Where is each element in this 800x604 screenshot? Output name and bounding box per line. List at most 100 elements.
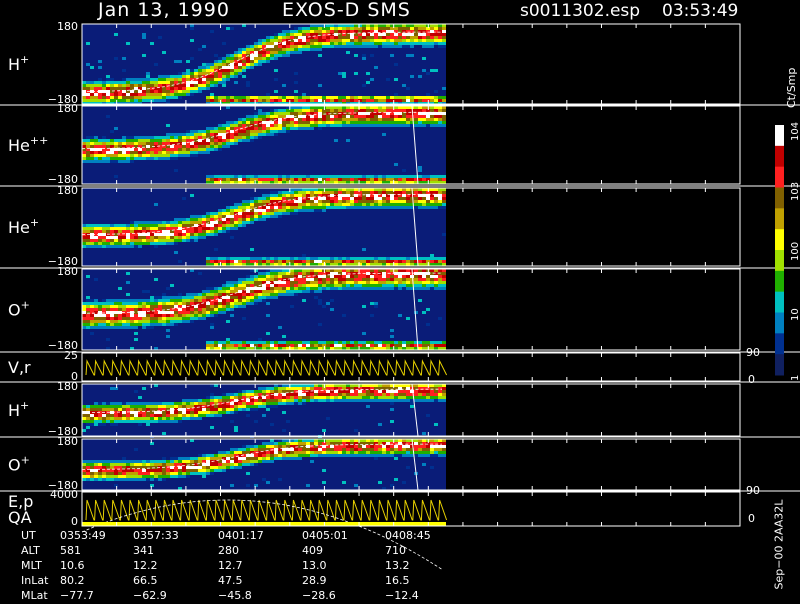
spectrogram-cell [234,96,238,99]
spectrogram-cell [422,432,426,435]
spectrogram-cell [82,460,86,463]
spectrogram-cell [442,112,446,115]
spectrogram-cell [202,299,206,302]
spectrogram-cell [118,81,122,84]
spectrogram-cell [102,160,106,163]
spectrogram-cell [418,390,422,393]
spectrogram-cell [430,30,434,33]
spectrogram-cell [274,203,278,206]
spectrogram-cell [266,296,270,299]
spectrogram-cell [210,463,214,466]
spectrogram-cell [306,442,310,445]
spectrogram-cell [158,136,162,139]
spectrogram-cell [142,90,146,93]
spectrogram-cell [182,414,186,417]
spectrogram-cell [290,178,294,181]
spectrogram-cell [90,308,94,311]
spectrogram-cell [430,257,434,260]
spectrogram-cell [406,118,410,121]
spectrogram-cell [362,332,366,335]
spectrogram-cell [102,245,106,248]
spectrogram-cell [302,27,306,30]
spectrogram-cell [298,393,302,396]
spectrogram-cell [122,457,126,460]
spectrogram-cell [226,145,230,148]
spectrogram-cell [222,287,226,290]
spectrogram-cell [210,233,214,236]
spectrogram-cell [398,257,402,260]
spectrogram-cell [114,402,118,405]
spectrogram-cell [222,130,226,133]
spectrogram-cell [218,290,222,293]
spectrogram-cell [126,227,130,230]
spectrogram-cell [226,75,230,78]
spectrogram-cell [262,299,266,302]
spectrogram-cell [354,396,358,399]
spectrogram-cell [322,30,326,33]
spectrogram-cell [438,317,442,320]
spectrogram-cell [246,139,250,142]
spectrogram-cell [242,393,246,396]
spectrogram-cell [374,39,378,42]
spectrogram-cell [94,278,98,281]
spectrogram-cell [154,233,158,236]
spectrogram-cell [222,42,226,45]
spectrogram-cell [242,402,246,405]
spectrogram-cell [142,420,146,423]
spectrogram-cell [166,287,170,290]
spectrogram-cell [270,99,274,102]
spectrogram-cell [318,197,322,200]
spectrogram-cell [354,42,358,45]
spectrogram-cell [210,78,214,81]
spectrogram-cell [158,472,162,475]
spectrogram-cell [150,233,154,236]
spectrogram-cell [302,118,306,121]
spectrogram-cell [186,154,190,157]
spectrogram-cell [374,399,378,402]
spectrogram-cell [214,457,218,460]
spectrogram-cell [270,275,274,278]
spectrogram-cell [194,402,198,405]
spectrogram-cell [246,341,250,344]
spectrogram-cell [154,157,158,160]
spectrogram-cell [290,96,294,99]
spectrogram-cell [426,42,430,45]
spectrogram-cell [354,175,358,178]
spectrogram-cell [330,124,334,127]
spectrogram-cell [298,454,302,457]
spectrogram-cell [358,45,362,48]
spectrogram-cell [330,281,334,284]
spectrogram-cell [402,278,406,281]
spectrogram-cell [386,78,390,81]
spectrogram-cell [190,72,194,75]
spectrogram-cell [98,245,102,248]
spectrogram-cell [366,115,370,118]
spectrogram-cell [174,224,178,227]
spectrogram-cell [174,311,178,314]
spectrogram-cell [122,96,126,99]
spectrogram-cell [222,221,226,224]
spectrogram-cell [222,344,226,347]
spectrogram-cell [230,454,234,457]
spectrogram-cell [318,302,322,305]
spectrogram-cell [262,206,266,209]
spectrogram-cell [382,36,386,39]
spectrogram-cell [418,399,422,402]
spectrogram-cell [322,287,326,290]
spectrogram-cell [294,90,298,93]
spectrogram-cell [198,314,202,317]
spectrogram-cell [102,405,106,408]
spectrogram-cell [402,284,406,287]
spectrogram-cell [218,124,222,127]
spectrogram-cell [302,127,306,130]
spectrogram-cell [258,448,262,451]
spectrogram-cell [402,396,406,399]
spectrogram-cell [386,109,390,112]
spectrogram-cell [374,36,378,39]
spectrogram-cell [150,139,154,142]
spectrogram-cell [158,96,162,99]
spectrogram-cell [182,317,186,320]
spectrogram-cell [194,293,198,296]
spectrogram-cell [210,311,214,314]
spectrogram-cell [306,290,310,293]
